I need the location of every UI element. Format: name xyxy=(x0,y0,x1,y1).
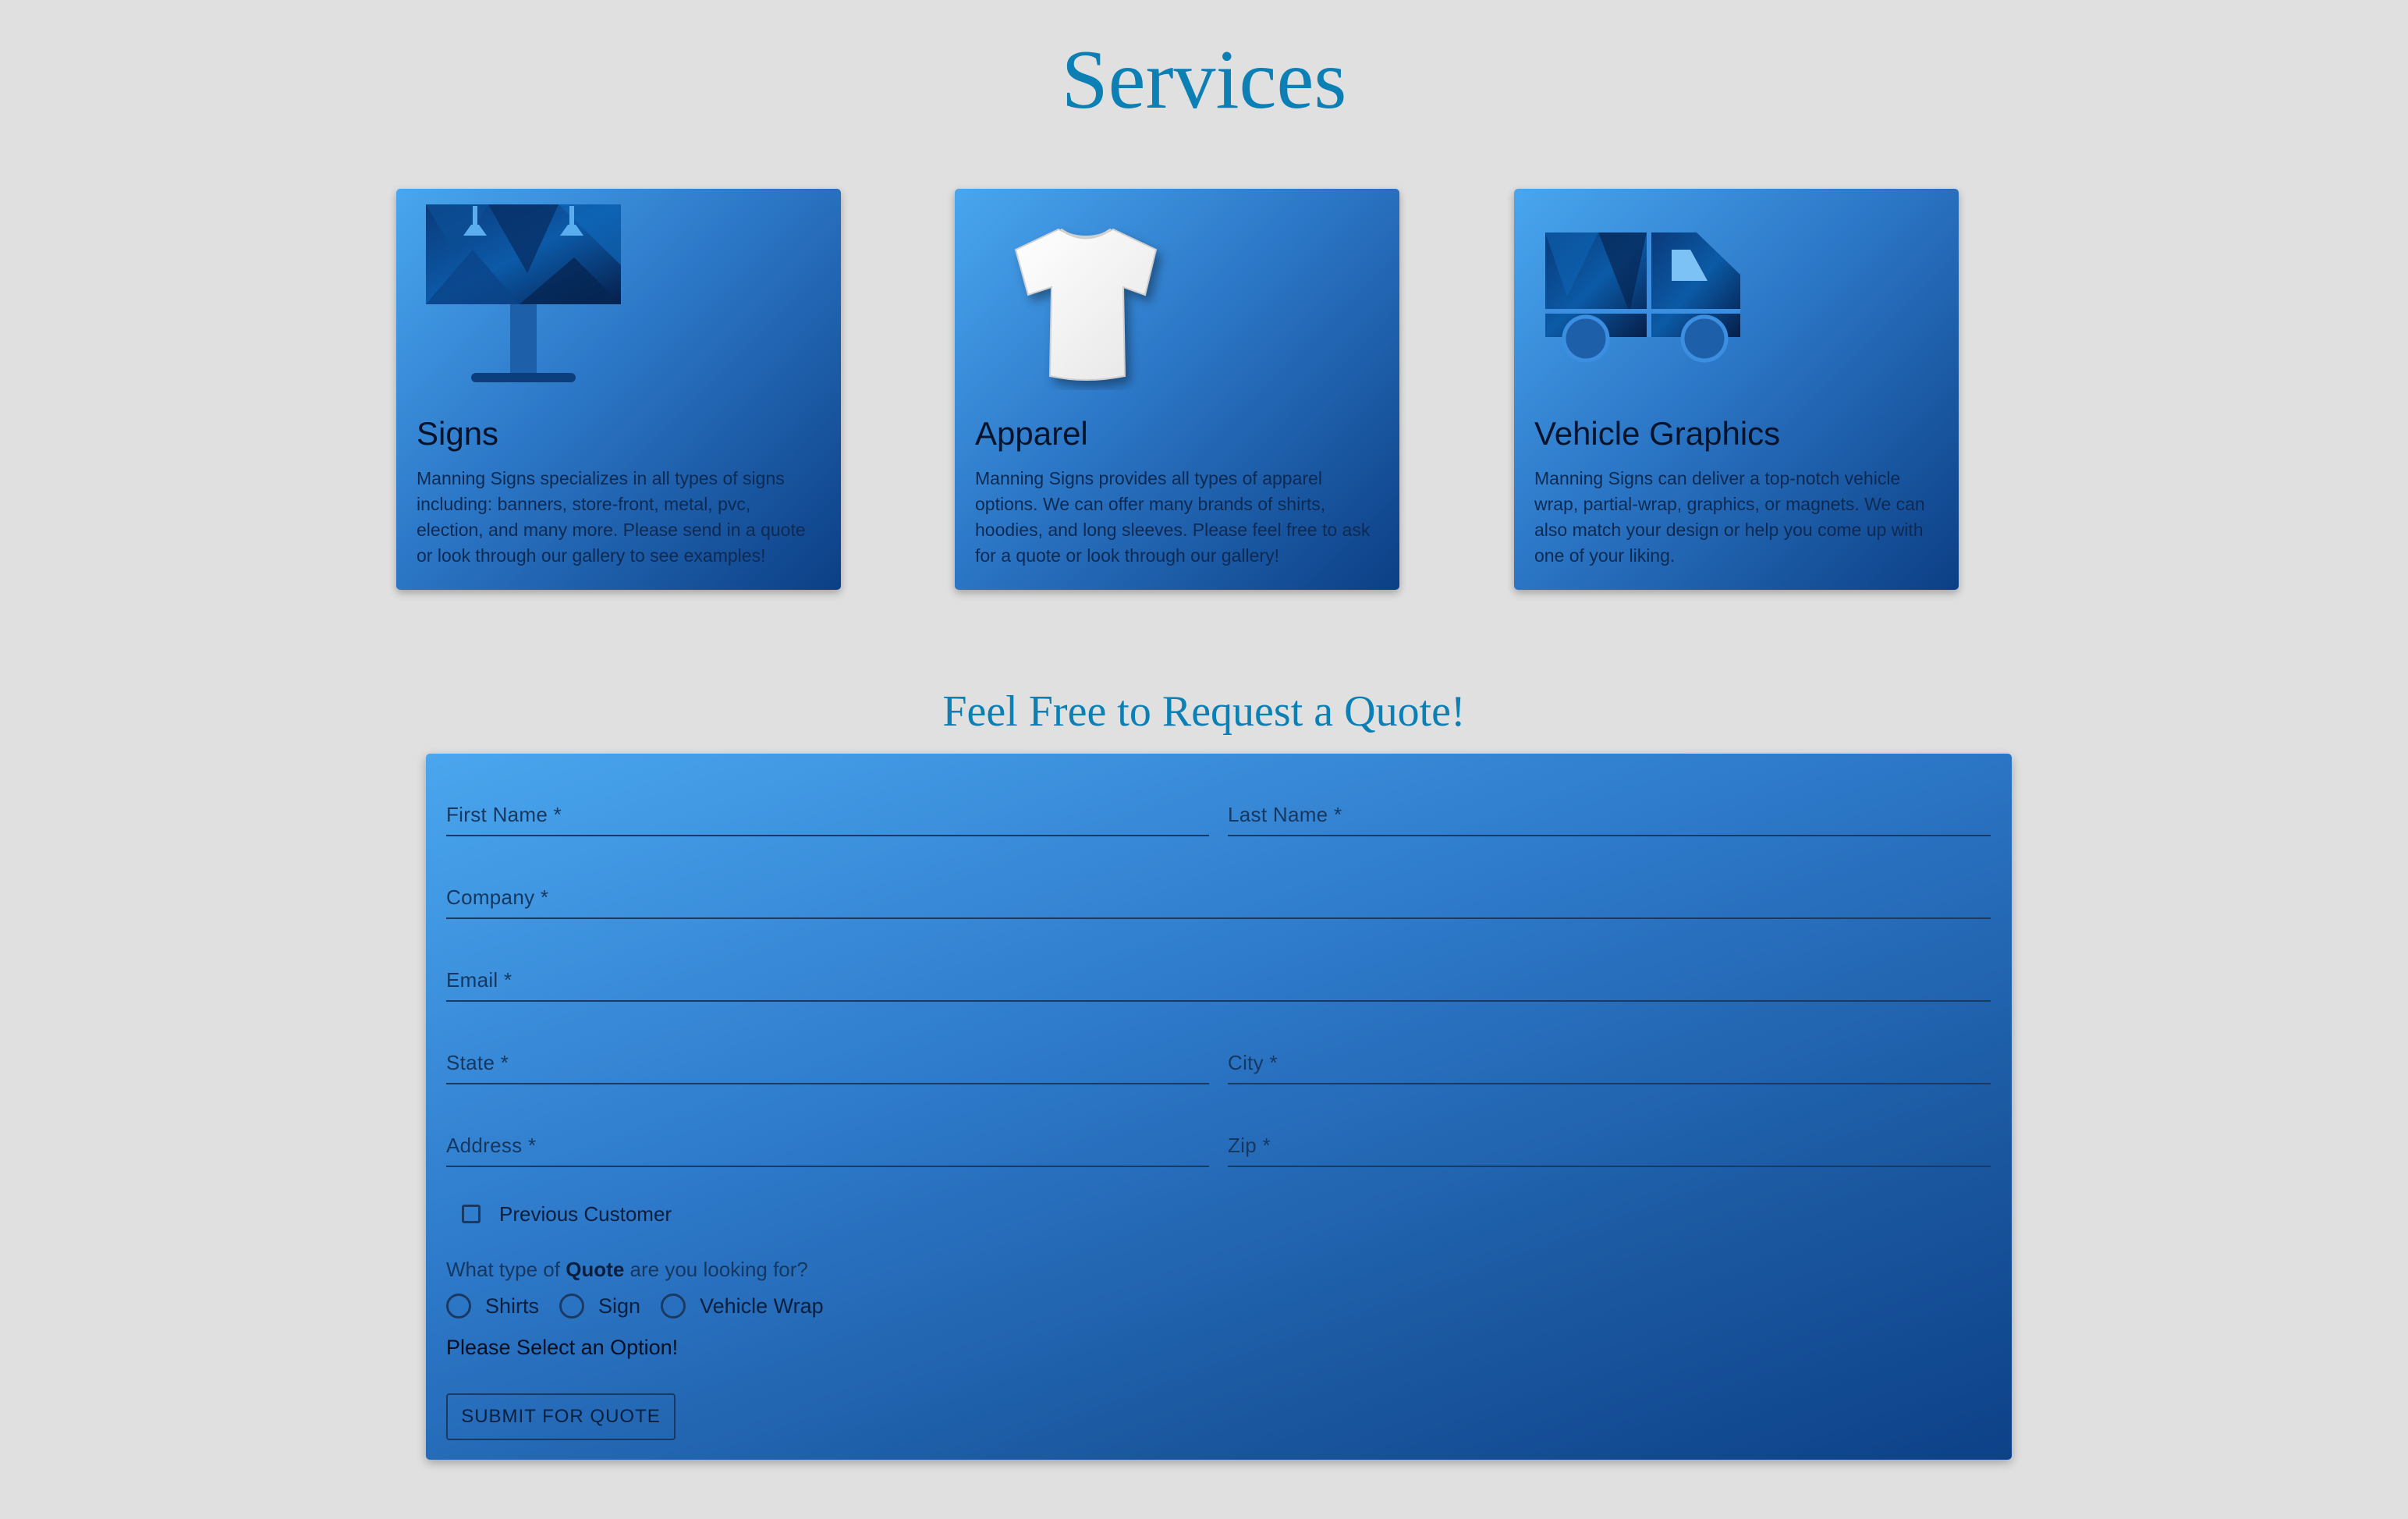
validation-message: Please Select an Option! xyxy=(446,1336,679,1359)
radio-option-vehicle-wrap[interactable]: Vehicle Wrap xyxy=(661,1294,824,1318)
card-title: Apparel xyxy=(975,415,1088,452)
company-field[interactable]: Company * xyxy=(446,871,1991,919)
company-input[interactable] xyxy=(446,882,1991,914)
service-card-signs[interactable]: Signs Manning Signs specializes in all t… xyxy=(396,189,841,590)
card-description: Manning Signs can deliver a top-notch ve… xyxy=(1534,468,1925,566)
quote-title: Feel Free to Request a Quote! xyxy=(942,687,1466,736)
state-field[interactable]: State * xyxy=(446,1036,1209,1084)
address-input[interactable] xyxy=(446,1130,1209,1162)
address-field[interactable]: Address * xyxy=(446,1119,1209,1167)
radio-label: Sign xyxy=(598,1294,641,1318)
previous-customer-checkbox-row[interactable]: Previous Customer xyxy=(462,1198,672,1230)
email-field[interactable]: Email * xyxy=(446,953,1991,1002)
radio-label: Vehicle Wrap xyxy=(700,1294,824,1318)
question-suffix: are you looking for? xyxy=(624,1258,808,1281)
service-card-apparel[interactable]: Apparel Manning Signs provides all types… xyxy=(955,189,1399,590)
card-title: Signs xyxy=(417,415,499,452)
last-name-input[interactable] xyxy=(1228,799,1991,832)
truck-icon xyxy=(1545,232,1740,363)
radio-button[interactable] xyxy=(559,1294,585,1318)
city-field[interactable]: City * xyxy=(1228,1036,1991,1084)
city-input[interactable] xyxy=(1228,1047,1991,1080)
question-prefix: What type of xyxy=(446,1258,566,1281)
last-name-field[interactable]: Last Name * xyxy=(1228,788,1991,836)
card-title: Vehicle Graphics xyxy=(1534,415,1781,452)
previous-customer-checkbox[interactable] xyxy=(462,1205,481,1223)
radio-option-sign[interactable]: Sign xyxy=(559,1294,640,1318)
first-name-input[interactable] xyxy=(446,799,1209,832)
state-input[interactable] xyxy=(446,1047,1209,1080)
quote-form: First Name * Last Name * Company * Email * S… xyxy=(426,754,2012,1460)
zip-field[interactable]: Zip * xyxy=(1228,1119,1991,1167)
question-bold: Quote xyxy=(566,1258,625,1281)
quote-type-radio-group: Shirts Sign Vehicle Wrap xyxy=(446,1290,844,1322)
radio-button[interactable] xyxy=(661,1294,686,1318)
radio-label: Shirts xyxy=(485,1294,540,1318)
zip-input[interactable] xyxy=(1228,1130,1991,1162)
submit-quote-button[interactable]: SUBMIT FOR QUOTE xyxy=(446,1393,676,1440)
radio-option-shirts[interactable]: Shirts xyxy=(446,1294,539,1318)
email-input[interactable] xyxy=(446,964,1991,997)
card-description: Manning Signs provides all types of appa… xyxy=(975,468,1371,566)
tshirt-icon xyxy=(1014,228,1158,381)
previous-customer-label: Previous Customer xyxy=(499,1201,672,1226)
services-title: Services xyxy=(1061,34,1347,126)
card-description: Manning Signs specializes in all types o… xyxy=(417,468,806,566)
quote-type-question: What type of Quote are you looking for? xyxy=(446,1258,808,1282)
service-card-vehicle-graphics[interactable]: Vehicle Graphics Manning Signs can deliv… xyxy=(1514,189,1959,590)
first-name-field[interactable]: First Name * xyxy=(446,788,1209,836)
radio-button[interactable] xyxy=(446,1294,471,1318)
billboard-icon xyxy=(426,204,621,382)
